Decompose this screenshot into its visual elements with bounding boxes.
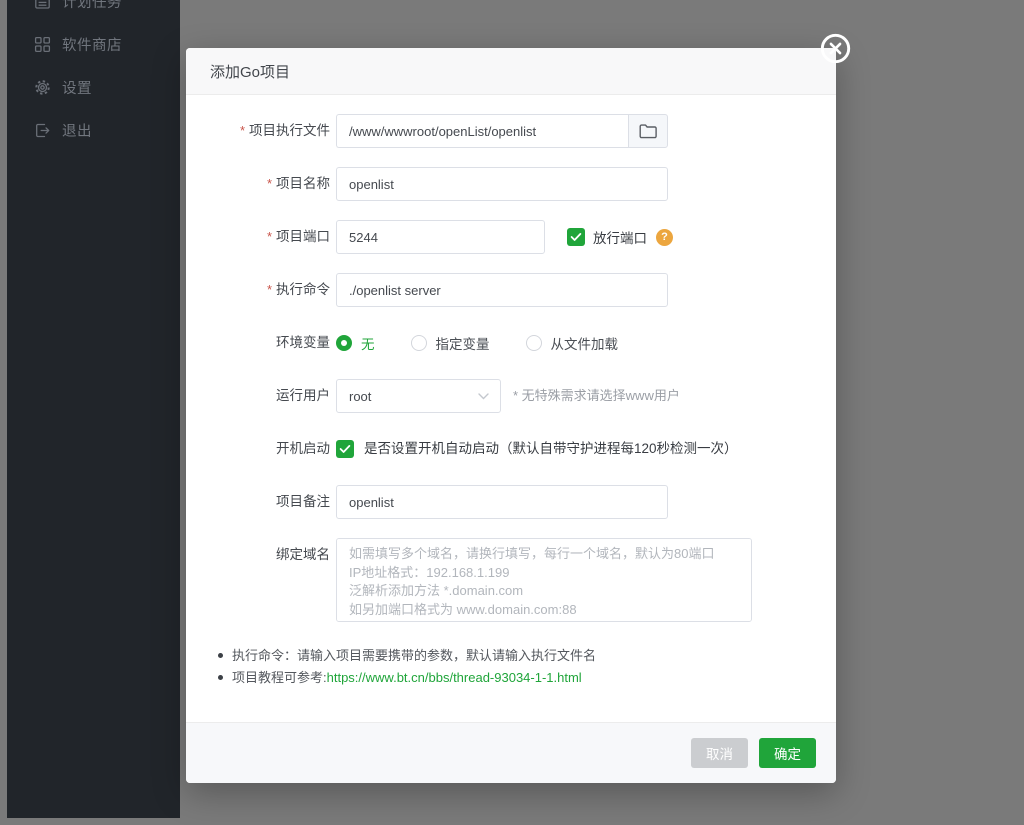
form-row-autostart: 开机启动 是否设置开机自动启动（默认自带守护进程每120秒检测一次） [186, 432, 836, 466]
form-row-domain: 绑定域名 [186, 538, 836, 622]
logout-icon [34, 122, 51, 139]
autostart-text: 是否设置开机自动启动（默认自带守护进程每120秒检测一次） [364, 440, 738, 458]
confirm-button[interactable]: 确定 [759, 738, 816, 768]
run-user-note: * 无特殊需求请选择www用户 [513, 379, 680, 413]
port-label: *项目端口 [186, 220, 336, 254]
modal-title: 添加Go项目 [210, 61, 290, 82]
tutorial-link[interactable]: https://www.bt.cn/bbs/thread-93034-1-1.h… [327, 670, 582, 685]
help-icon[interactable]: ? [656, 229, 673, 246]
chevron-down-icon [478, 393, 489, 400]
tip-command: 执行命令：请输入项目需要携带的参数，默认请输入执行文件名 [218, 645, 836, 667]
form-row-exec-file: *项目执行文件 [186, 114, 836, 148]
env-radio-from-file[interactable]: 从文件加载 [526, 326, 619, 360]
env-radio-specify[interactable]: 指定变量 [411, 326, 490, 360]
required-asterisk: * [240, 123, 245, 138]
radio-checked-icon [336, 335, 352, 351]
release-port-checkbox[interactable] [567, 228, 585, 246]
sidebar: 计划任务 软件商店 [7, 0, 180, 818]
close-icon [819, 32, 852, 65]
exec-file-label: *项目执行文件 [186, 114, 336, 148]
apps-icon [34, 36, 51, 53]
folder-icon [639, 123, 657, 139]
form-row-remark: 项目备注 [186, 485, 836, 519]
name-label: *项目名称 [186, 167, 336, 201]
check-icon [570, 232, 582, 242]
env-label: 环境变量 [186, 326, 336, 360]
autostart-checkbox[interactable] [336, 440, 354, 458]
sidebar-item-label: 退出 [62, 120, 92, 141]
check-icon [339, 444, 351, 454]
sidebar-item-app-store[interactable]: 软件商店 [7, 23, 180, 66]
cancel-button[interactable]: 取消 [691, 738, 748, 768]
name-input[interactable] [336, 167, 668, 201]
calendar-icon [34, 0, 51, 10]
form-row-name: *项目名称 [186, 167, 836, 201]
required-asterisk: * [267, 229, 272, 244]
run-user-select[interactable]: root [336, 379, 501, 413]
sidebar-item-label: 软件商店 [62, 34, 122, 55]
tip-tutorial: 项目教程可参考:https://www.bt.cn/bbs/thread-930… [218, 667, 836, 689]
run-user-label: 运行用户 [186, 379, 336, 413]
modal-header: 添加Go项目 [186, 48, 836, 95]
autostart-label: 开机启动 [186, 432, 336, 466]
form-row-env: 环境变量 无 指定变量 从文件加载 [186, 326, 836, 360]
domain-textarea[interactable] [336, 538, 752, 622]
required-asterisk: * [267, 176, 272, 191]
required-asterisk: * [267, 282, 272, 297]
sidebar-item-logout[interactable]: 退出 [7, 109, 180, 152]
sidebar-nav: 计划任务 软件商店 [7, 0, 180, 152]
radio-unchecked-icon [526, 335, 542, 351]
env-radio-none[interactable]: 无 [336, 326, 375, 360]
modal-body: *项目执行文件 *项目名称 [186, 95, 836, 722]
modal-footer: 取消 确定 [186, 722, 836, 783]
form-row-run-user: 运行用户 root * 无特殊需求请选择www用户 [186, 379, 836, 413]
radio-unchecked-icon [411, 335, 427, 351]
sidebar-item-settings[interactable]: 设置 [7, 66, 180, 109]
release-port-label: 放行端口 [593, 227, 647, 247]
add-go-project-modal: 添加Go项目 *项目执行文件 [186, 48, 836, 783]
port-input[interactable] [336, 220, 545, 254]
remark-input[interactable] [336, 485, 668, 519]
close-button[interactable] [819, 32, 852, 65]
sidebar-item-label: 设置 [62, 77, 92, 98]
form-row-command: *执行命令 [186, 273, 836, 307]
desktop-background: 计划任务 软件商店 [0, 0, 1024, 825]
run-user-selected-value: root [349, 389, 371, 404]
tips-list: 执行命令：请输入项目需要携带的参数，默认请输入执行文件名 项目教程可参考:htt… [218, 645, 836, 688]
command-label: *执行命令 [186, 273, 336, 307]
sidebar-item-cron[interactable]: 计划任务 [7, 0, 180, 23]
remark-label: 项目备注 [186, 485, 336, 519]
sidebar-item-label: 计划任务 [62, 0, 122, 12]
gear-icon [34, 79, 51, 96]
browse-file-button[interactable] [628, 114, 668, 148]
exec-file-input[interactable] [336, 114, 628, 148]
form-row-port: *项目端口 放行端口 ? [186, 220, 836, 254]
domain-label: 绑定域名 [186, 538, 336, 572]
command-input[interactable] [336, 273, 668, 307]
